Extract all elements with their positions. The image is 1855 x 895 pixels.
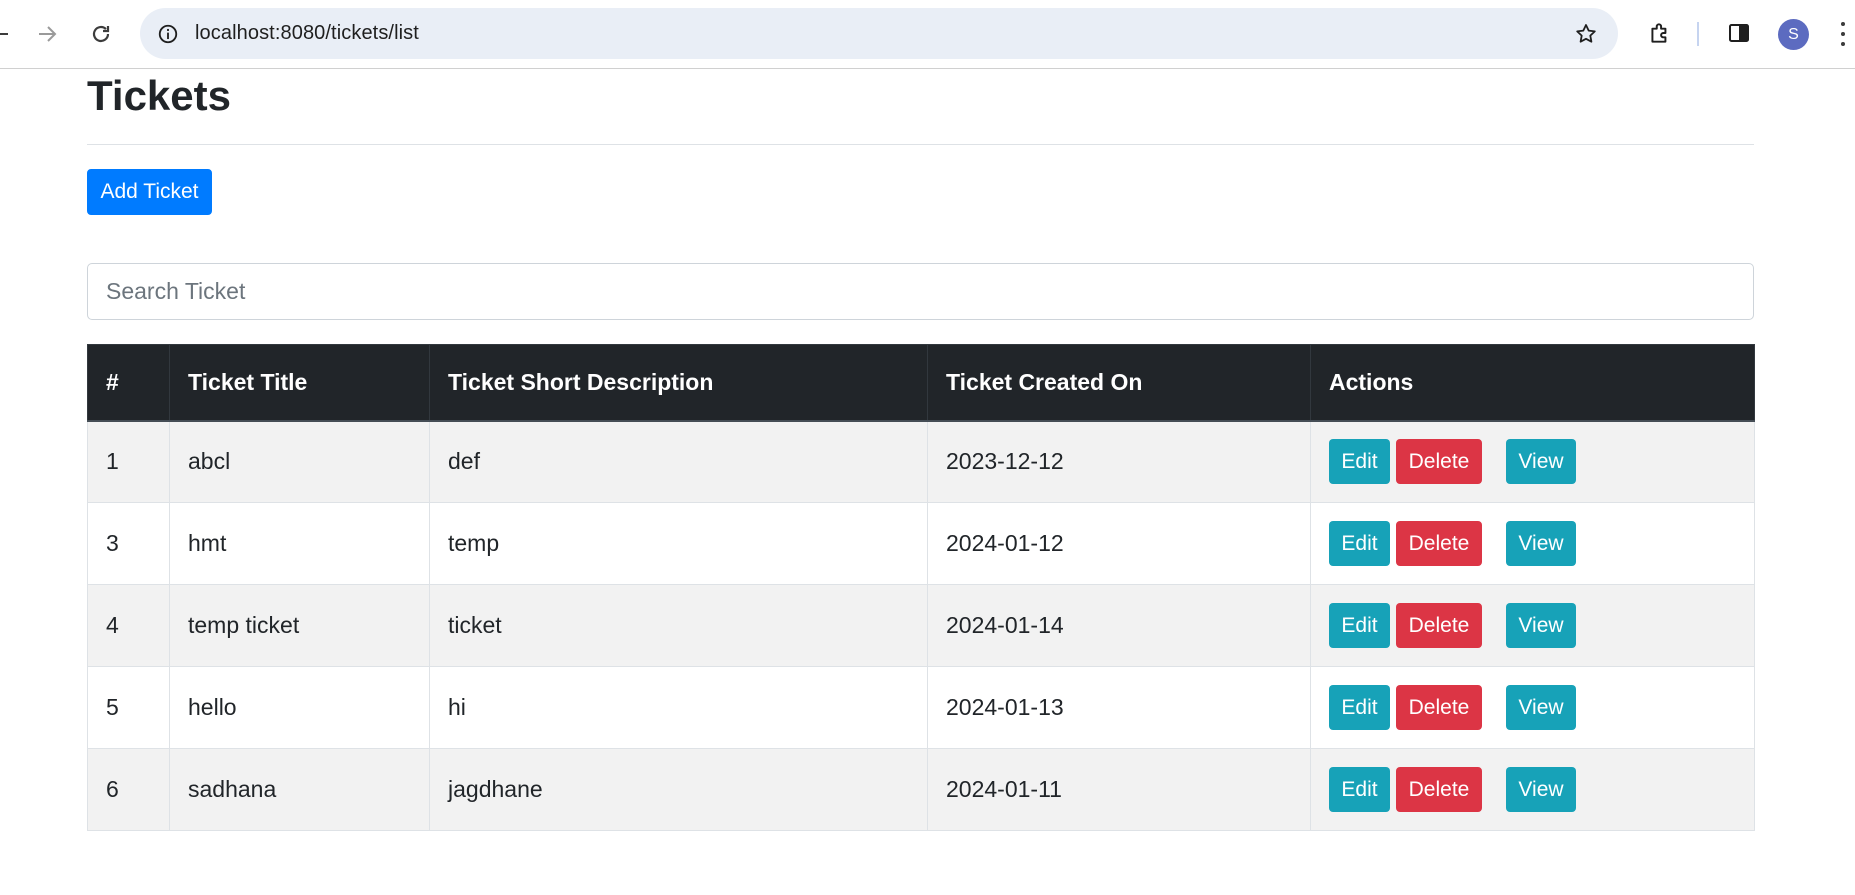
menu-kebab-icon[interactable] bbox=[1836, 18, 1850, 50]
edit-button[interactable]: Edit bbox=[1329, 439, 1390, 485]
bookmark-star-icon[interactable] bbox=[1572, 20, 1600, 48]
site-info-icon[interactable] bbox=[154, 20, 182, 48]
cell-created-on: 2024-01-13 bbox=[927, 666, 1311, 749]
reload-icon[interactable] bbox=[81, 14, 121, 54]
table-row: 6 sadhana jagdhane 2024-01-11 Edit Delete… bbox=[87, 748, 1755, 831]
delete-button[interactable]: Delete bbox=[1396, 603, 1482, 648]
cell-created-on: 2024-01-12 bbox=[927, 502, 1311, 585]
cell-actions: Edit Delete View bbox=[1310, 666, 1755, 749]
cell-description: jagdhane bbox=[429, 748, 928, 831]
table-row: 1 abcl def 2023-12-12 Edit Delete View bbox=[87, 420, 1755, 503]
edit-button[interactable]: Edit bbox=[1329, 521, 1390, 566]
side-panel-icon[interactable] bbox=[1722, 16, 1756, 50]
column-header-id: # bbox=[87, 344, 170, 422]
cell-created-on: 2023-12-12 bbox=[927, 420, 1311, 503]
edit-button[interactable]: Edit bbox=[1329, 767, 1390, 812]
view-button[interactable]: View bbox=[1506, 521, 1576, 566]
forward-icon[interactable] bbox=[27, 14, 67, 54]
address-bar[interactable]: localhost:8080/tickets/list bbox=[140, 8, 1618, 59]
browser-toolbar: localhost:8080/tickets/list S bbox=[0, 0, 1855, 69]
table-row: 5 hello hi 2024-01-13 Edit Delete View bbox=[87, 666, 1755, 749]
column-header-created-on: Ticket Created On bbox=[927, 344, 1311, 422]
view-button[interactable]: View bbox=[1506, 685, 1576, 730]
cell-id: 4 bbox=[87, 584, 170, 667]
cell-actions: Edit Delete View bbox=[1310, 502, 1755, 585]
cell-title: abcl bbox=[169, 420, 430, 503]
cell-title: temp ticket bbox=[169, 584, 430, 667]
view-button[interactable]: View bbox=[1506, 603, 1576, 648]
table-row: 3 hmt temp 2024-01-12 Edit Delete View bbox=[87, 502, 1755, 585]
cell-created-on: 2024-01-11 bbox=[927, 748, 1311, 831]
table-row: 4 temp ticket ticket 2024-01-14 Edit Dele… bbox=[87, 584, 1755, 667]
cell-description: temp bbox=[429, 502, 928, 585]
delete-button[interactable]: Delete bbox=[1396, 685, 1482, 730]
toolbar-separator bbox=[1697, 22, 1699, 46]
cell-id: 1 bbox=[87, 420, 170, 503]
add-ticket-button[interactable]: Add Ticket bbox=[87, 169, 212, 215]
tickets-table: # Ticket Title Ticket Short Description … bbox=[87, 344, 1755, 831]
cell-actions: Edit Delete View bbox=[1310, 420, 1755, 503]
page-title: Tickets bbox=[87, 72, 231, 119]
delete-button[interactable]: Delete bbox=[1396, 439, 1482, 485]
cell-description: hi bbox=[429, 666, 928, 749]
cell-title: hmt bbox=[169, 502, 430, 585]
edit-button[interactable]: Edit bbox=[1329, 603, 1390, 648]
column-header-description: Ticket Short Description bbox=[429, 344, 928, 422]
search-input[interactable] bbox=[87, 263, 1754, 320]
delete-button[interactable]: Delete bbox=[1396, 767, 1482, 812]
cell-id: 3 bbox=[87, 502, 170, 585]
cell-actions: Edit Delete View bbox=[1310, 748, 1755, 831]
column-header-actions: Actions bbox=[1310, 344, 1755, 422]
cell-actions: Edit Delete View bbox=[1310, 584, 1755, 667]
url-text[interactable]: localhost:8080/tickets/list bbox=[195, 22, 419, 45]
view-button[interactable]: View bbox=[1506, 767, 1576, 812]
divider bbox=[87, 144, 1754, 145]
profile-avatar[interactable]: S bbox=[1778, 19, 1809, 50]
cell-id: 6 bbox=[87, 748, 170, 831]
cell-description: def bbox=[429, 420, 928, 503]
column-header-title: Ticket Title bbox=[169, 344, 430, 422]
delete-button[interactable]: Delete bbox=[1396, 521, 1482, 566]
cell-title: hello bbox=[169, 666, 430, 749]
cell-created-on: 2024-01-14 bbox=[927, 584, 1311, 667]
cell-id: 5 bbox=[87, 666, 170, 749]
table-header-row: # Ticket Title Ticket Short Description … bbox=[87, 344, 1755, 422]
cell-title: sadhana bbox=[169, 748, 430, 831]
view-button[interactable]: View bbox=[1506, 439, 1576, 485]
edit-button[interactable]: Edit bbox=[1329, 685, 1390, 730]
cell-description: ticket bbox=[429, 584, 928, 667]
extensions-icon[interactable] bbox=[1643, 16, 1677, 50]
back-icon[interactable] bbox=[0, 14, 20, 54]
